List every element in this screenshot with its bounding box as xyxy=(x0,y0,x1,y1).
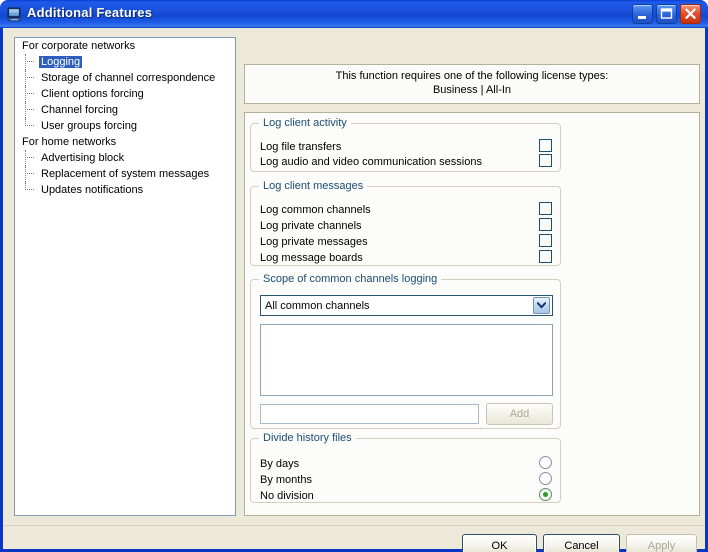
tree-line xyxy=(25,102,26,118)
tree-line xyxy=(25,86,26,102)
tree-node-root-corporate[interactable]: For corporate networks xyxy=(15,38,235,54)
checkbox-log-file-transfers[interactable] xyxy=(539,139,552,152)
computer-monitor-icon xyxy=(6,6,23,23)
title-bar[interactable]: Additional Features xyxy=(0,0,708,28)
tree-line xyxy=(25,150,26,166)
tree-node-channel-forcing[interactable]: Channel forcing xyxy=(15,102,235,118)
label-by-days: By days xyxy=(260,458,300,470)
tree-node-user-groups-forcing[interactable]: User groups forcing xyxy=(15,118,235,134)
tree-node-label: Logging xyxy=(39,56,83,68)
tree-node-label: Client options forcing xyxy=(41,88,144,100)
label-log-private-messages: Log private messages xyxy=(260,236,368,248)
checkbox-log-common-channels[interactable] xyxy=(539,202,552,215)
feature-tree[interactable]: For corporate networks Logging Storage o… xyxy=(14,37,236,516)
channel-name-input[interactable] xyxy=(260,404,479,424)
tree-line xyxy=(25,70,26,86)
checkbox-log-audio-video-sessions[interactable] xyxy=(539,154,552,167)
group-log-client-activity: Log client activity Log file transfers L… xyxy=(250,117,561,172)
radio-no-division[interactable] xyxy=(539,488,552,501)
cancel-button[interactable]: Cancel xyxy=(543,534,620,552)
dialog-client-area: For corporate networks Logging Storage o… xyxy=(3,28,705,552)
tree-node-label: Storage of channel correspondence xyxy=(41,72,216,84)
tree-line xyxy=(25,157,34,158)
tree-node-root-home[interactable]: For home networks xyxy=(15,134,235,150)
license-notice: This function requires one of the follow… xyxy=(244,64,700,104)
minimize-icon[interactable] xyxy=(632,4,653,24)
checkbox-log-message-boards[interactable] xyxy=(539,250,552,263)
label-log-file-transfers: Log file transfers xyxy=(260,141,342,153)
dialog-window: Additional Features For corporate networ… xyxy=(0,0,708,552)
group-title: Log client activity xyxy=(259,117,351,129)
tree-line xyxy=(25,93,34,94)
group-divide-history-files: Divide history files By days By months N… xyxy=(250,432,561,503)
scope-combobox-value: All common channels xyxy=(265,299,370,312)
ok-button[interactable]: OK xyxy=(462,534,537,552)
group-title: Divide history files xyxy=(259,432,356,444)
checkbox-log-private-messages[interactable] xyxy=(539,234,552,247)
tree-node-label: Advertising block xyxy=(41,152,125,164)
label-by-months: By months xyxy=(260,474,312,486)
tree-node-storage-of-channel-correspondence[interactable]: Storage of channel correspondence xyxy=(15,70,235,86)
label-no-division: No division xyxy=(260,490,314,502)
tree-node-advertising-block[interactable]: Advertising block xyxy=(15,150,235,166)
tree-node-replacement-of-system-messages[interactable]: Replacement of system messages xyxy=(15,166,235,182)
label-log-message-boards: Log message boards xyxy=(260,252,363,264)
tree-line xyxy=(25,166,26,182)
checkbox-log-private-channels[interactable] xyxy=(539,218,552,231)
tree-line xyxy=(25,173,34,174)
tree-node-label: For corporate networks xyxy=(22,40,136,52)
tree-node-logging[interactable]: Logging xyxy=(15,54,235,70)
add-button[interactable]: Add xyxy=(486,403,553,425)
tree-node-updates-notifications[interactable]: Updates notifications xyxy=(15,182,235,198)
tree-node-label: Updates notifications xyxy=(41,184,144,196)
tree-line xyxy=(25,189,34,190)
tree-node-label: Replacement of system messages xyxy=(41,168,210,180)
group-title: Log client messages xyxy=(259,180,368,192)
group-log-client-messages: Log client messages Log common channels … xyxy=(250,180,561,266)
settings-panel: Log client activity Log file transfers L… xyxy=(244,112,700,516)
label-log-private-channels: Log private channels xyxy=(260,220,362,232)
group-scope-of-common-channels-logging: Scope of common channels logging All com… xyxy=(250,273,561,429)
tree-line xyxy=(25,54,26,70)
label-log-audio-video-sessions: Log audio and video communication sessio… xyxy=(260,156,482,168)
license-notice-line2: Business | All-In xyxy=(432,84,512,96)
tree-node-label: User groups forcing xyxy=(41,120,137,132)
label-log-common-channels: Log common channels xyxy=(260,204,371,216)
channels-listbox[interactable] xyxy=(260,324,553,396)
tree-node-client-options-forcing[interactable]: Client options forcing xyxy=(15,86,235,102)
tree-line xyxy=(25,125,34,126)
tree-line xyxy=(25,61,34,62)
close-icon[interactable] xyxy=(680,4,701,24)
license-notice-line1: This function requires one of the follow… xyxy=(335,70,609,82)
radio-by-months[interactable] xyxy=(539,472,552,485)
tree-node-label: Channel forcing xyxy=(41,104,119,116)
tree-node-label: For home networks xyxy=(22,136,117,148)
radio-by-days[interactable] xyxy=(539,456,552,469)
maximize-icon[interactable] xyxy=(656,4,677,24)
window-title: Additional Features xyxy=(27,5,153,20)
tree-line xyxy=(25,109,34,110)
tree-line xyxy=(25,77,34,78)
chevron-down-icon[interactable] xyxy=(533,297,550,314)
footer-divider xyxy=(3,525,705,526)
group-title: Scope of common channels logging xyxy=(259,273,442,285)
scope-combobox[interactable]: All common channels xyxy=(260,295,553,316)
apply-button[interactable]: Apply xyxy=(626,534,697,552)
